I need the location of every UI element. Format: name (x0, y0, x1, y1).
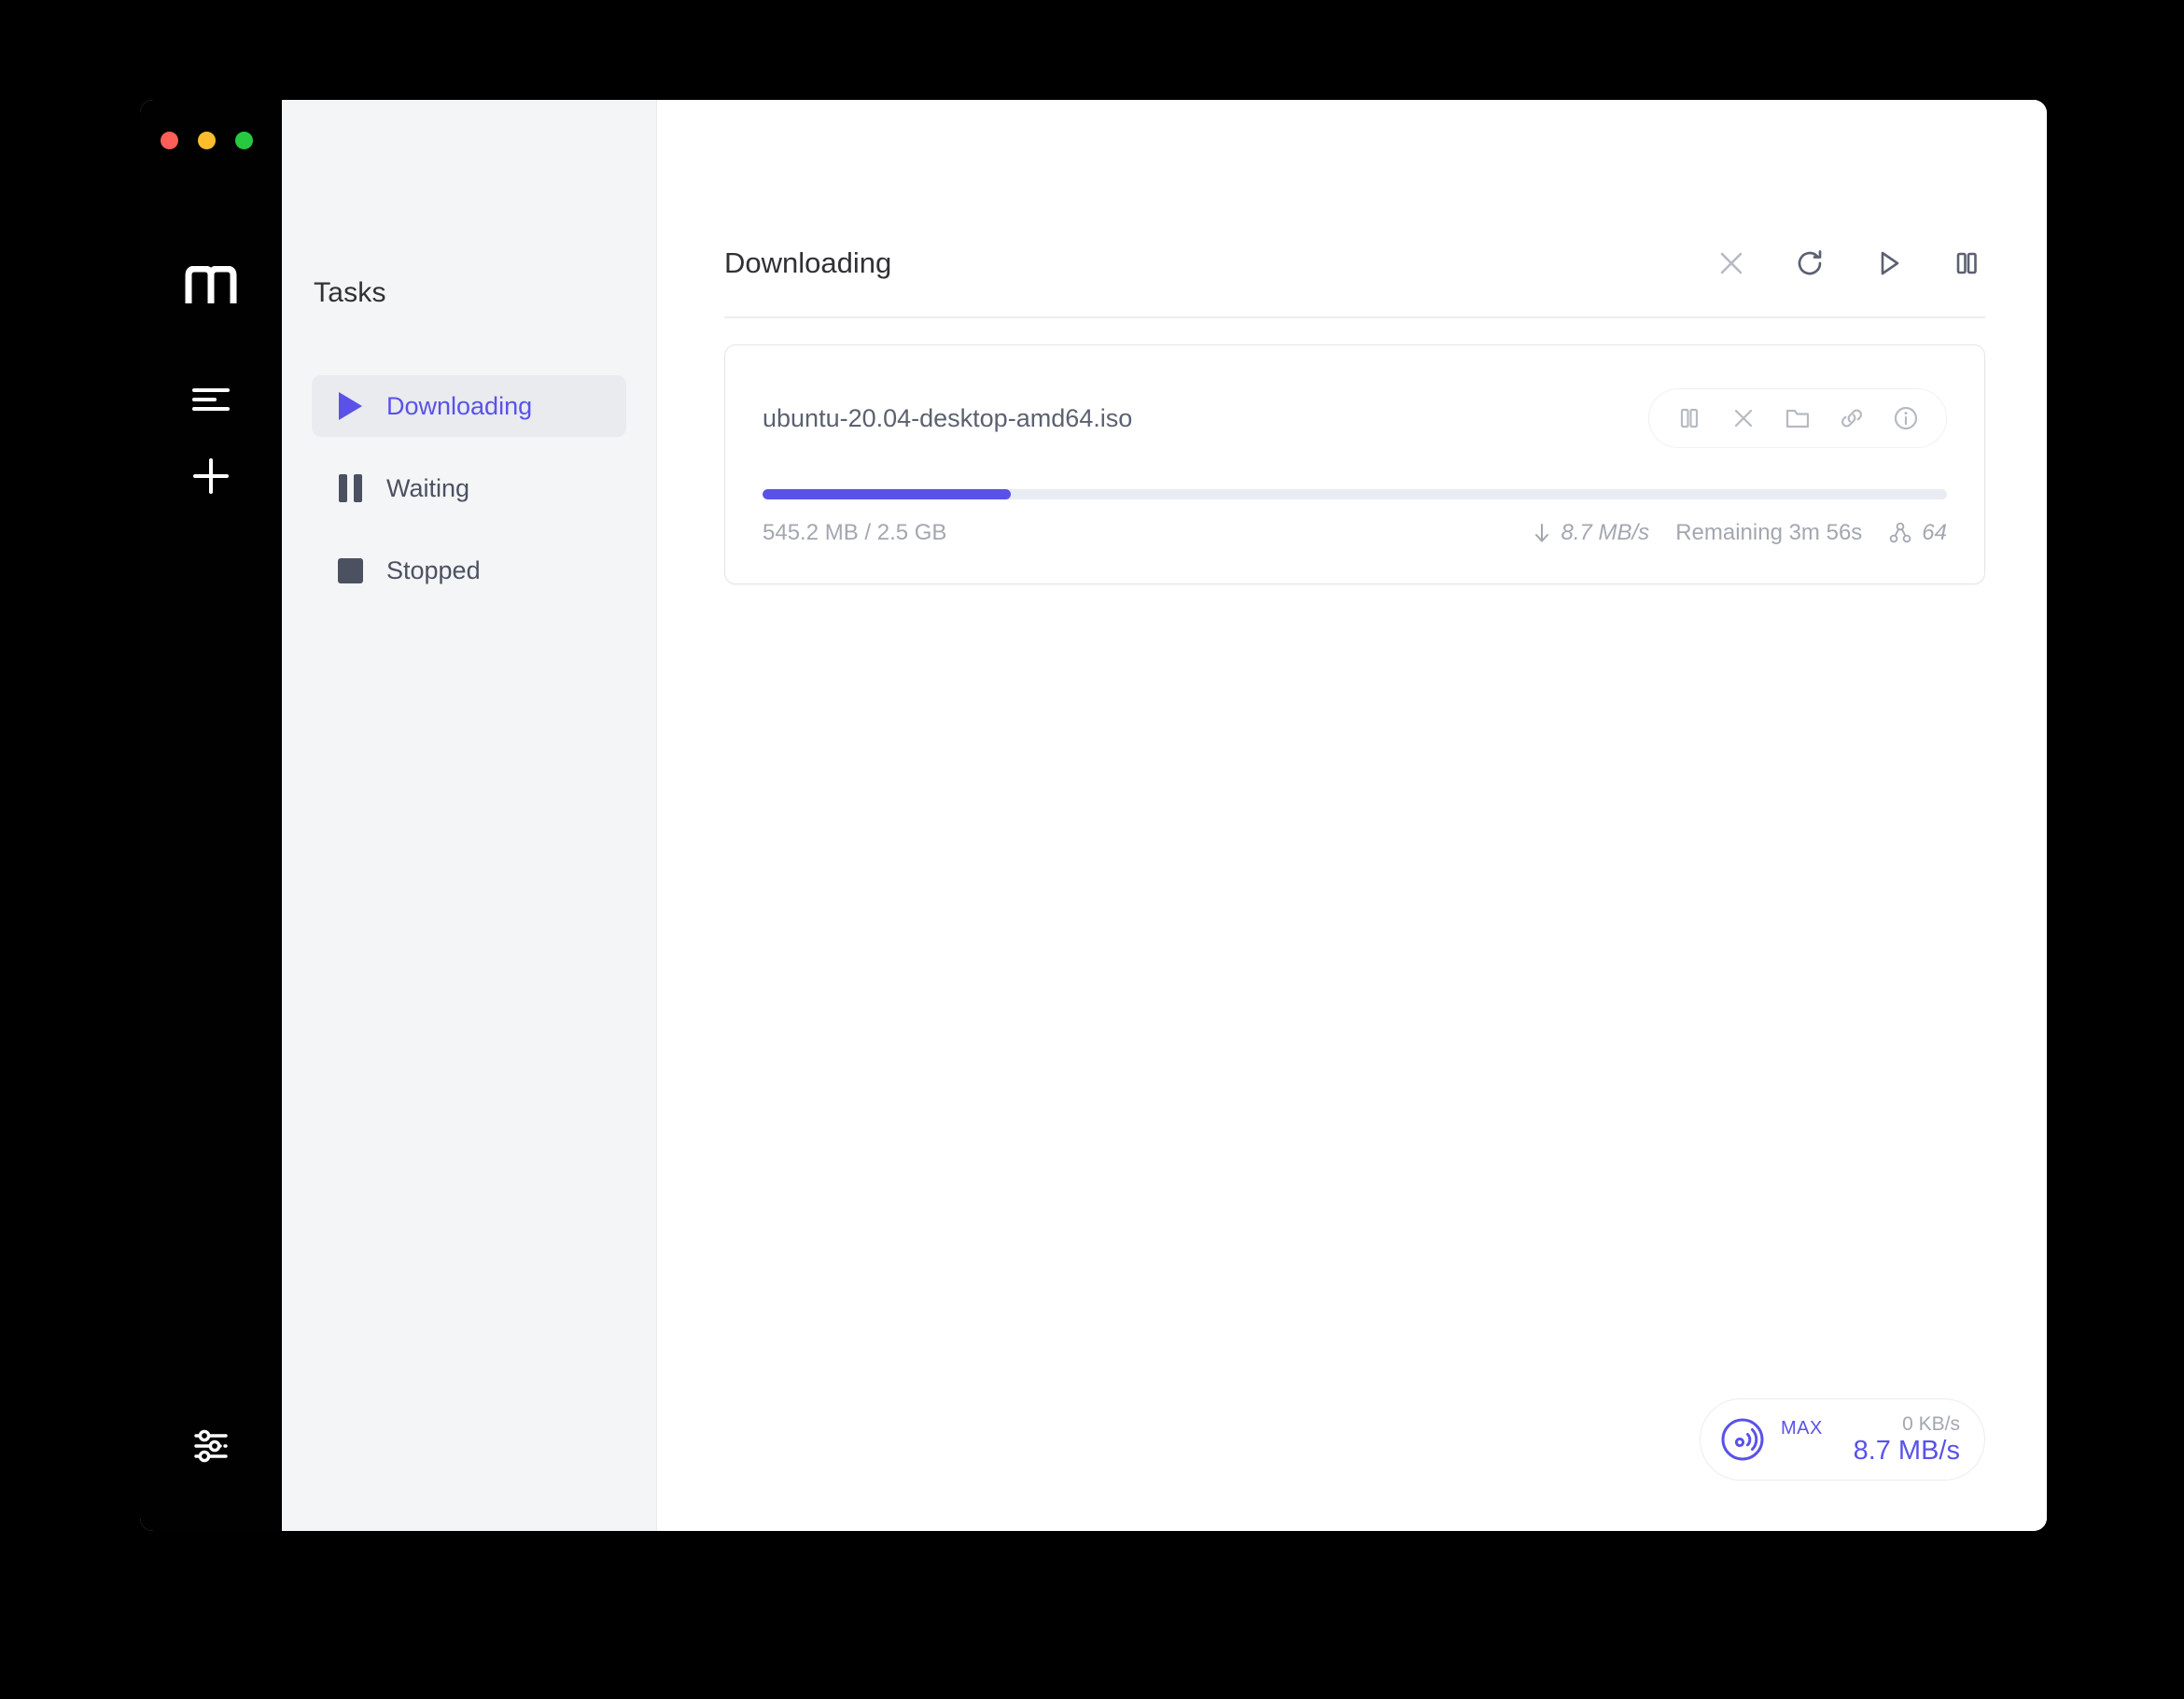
task-copy-link-button[interactable] (1825, 398, 1879, 439)
folder-icon (1784, 404, 1812, 432)
sliders-icon (190, 1425, 231, 1467)
task-filename: ubuntu-20.04-desktop-amd64.iso (763, 404, 1132, 433)
page-title: Downloading (724, 246, 891, 280)
progress-bar-fill (763, 489, 1011, 499)
sidebar-item-label: Stopped (386, 556, 481, 585)
pause-icon (334, 474, 366, 502)
rail-button-new-task[interactable] (140, 451, 282, 501)
task-pause-button[interactable] (1662, 398, 1716, 439)
task-row[interactable]: ubuntu-20.04-desktop-amd64.iso (724, 344, 1985, 584)
zoom-window-button[interactable] (235, 132, 253, 149)
stop-icon (334, 558, 366, 583)
task-remaining: Remaining 3m 56s (1675, 520, 1862, 546)
tasks-nav: Downloading Waiting Stopped (312, 375, 626, 622)
help-circle-icon (190, 1530, 231, 1531)
gauge-icon (1717, 1414, 1768, 1465)
speed-mode-label: MAX (1781, 1418, 1823, 1439)
task-list: ubuntu-20.04-desktop-amd64.iso (724, 344, 1985, 584)
icon-rail (140, 100, 282, 1531)
delete-all-button[interactable] (1713, 245, 1750, 282)
progress-bar (763, 489, 1947, 499)
rail-button-help[interactable] (140, 1525, 282, 1531)
speed-values: 0 KB/s 8.7 MB/s (1854, 1413, 1960, 1466)
refresh-button[interactable] (1791, 245, 1828, 282)
traffic-lights (161, 132, 253, 149)
refresh-icon (1793, 246, 1827, 280)
play-icon (334, 392, 366, 420)
plus-icon (190, 456, 231, 497)
sidebar-item-waiting[interactable]: Waiting (312, 457, 626, 519)
header-toolbar (1713, 245, 1985, 282)
task-speed-value: 8.7 MB/s (1561, 520, 1649, 546)
main-content: Downloading (657, 100, 2047, 1531)
upload-speed: 0 KB/s (1854, 1413, 1960, 1436)
tasks-sidebar: Tasks Downloading Waiting Stopped (282, 100, 657, 1531)
list-icon (190, 386, 231, 414)
task-meta: 545.2 MB / 2.5 GB 8.7 MB/s Remai (763, 520, 1947, 546)
task-delete-button[interactable] (1716, 398, 1771, 439)
resume-all-button[interactable] (1869, 245, 1907, 282)
pause-icon (1675, 404, 1703, 432)
rail-button-preferences[interactable] (140, 1421, 282, 1471)
header-divider (724, 316, 1985, 318)
close-window-button[interactable] (161, 132, 178, 149)
task-header: ubuntu-20.04-desktop-amd64.iso (763, 388, 1947, 448)
play-icon (1872, 247, 1904, 279)
task-info-button[interactable] (1879, 398, 1933, 439)
speed-widget[interactable]: MAX 0 KB/s 8.7 MB/s (1700, 1398, 1985, 1481)
sidebar-item-label: Downloading (386, 392, 532, 421)
app-logo (140, 266, 282, 303)
rail-button-task-list[interactable] (140, 374, 282, 425)
task-action-group (1648, 388, 1947, 448)
pause-icon (1951, 247, 1982, 279)
connections-icon (1888, 521, 1912, 545)
download-speed: 8.7 MB/s (1854, 1436, 1960, 1466)
sidebar-item-label: Waiting (386, 474, 469, 503)
app-window: Tasks Downloading Waiting Stopped Downlo… (140, 100, 2047, 1531)
task-connections: 64 (1888, 520, 1947, 546)
task-speed: 8.7 MB/s (1533, 520, 1649, 546)
sidebar-item-stopped[interactable]: Stopped (312, 540, 626, 601)
close-icon (1729, 404, 1757, 432)
download-arrow-icon (1533, 521, 1551, 545)
task-connections-value: 64 (1922, 520, 1947, 546)
task-stats: 8.7 MB/s Remaining 3m 56s (1533, 520, 1947, 546)
tasks-panel-title: Tasks (314, 277, 386, 309)
motrix-logo-icon (185, 266, 237, 303)
pause-all-button[interactable] (1948, 245, 1985, 282)
sidebar-item-downloading[interactable]: Downloading (312, 375, 626, 437)
minimize-window-button[interactable] (198, 132, 216, 149)
close-icon (1715, 247, 1747, 279)
task-open-folder-button[interactable] (1771, 398, 1825, 439)
task-size: 545.2 MB / 2.5 GB (763, 520, 946, 546)
link-icon (1838, 404, 1866, 432)
info-icon (1892, 404, 1920, 432)
